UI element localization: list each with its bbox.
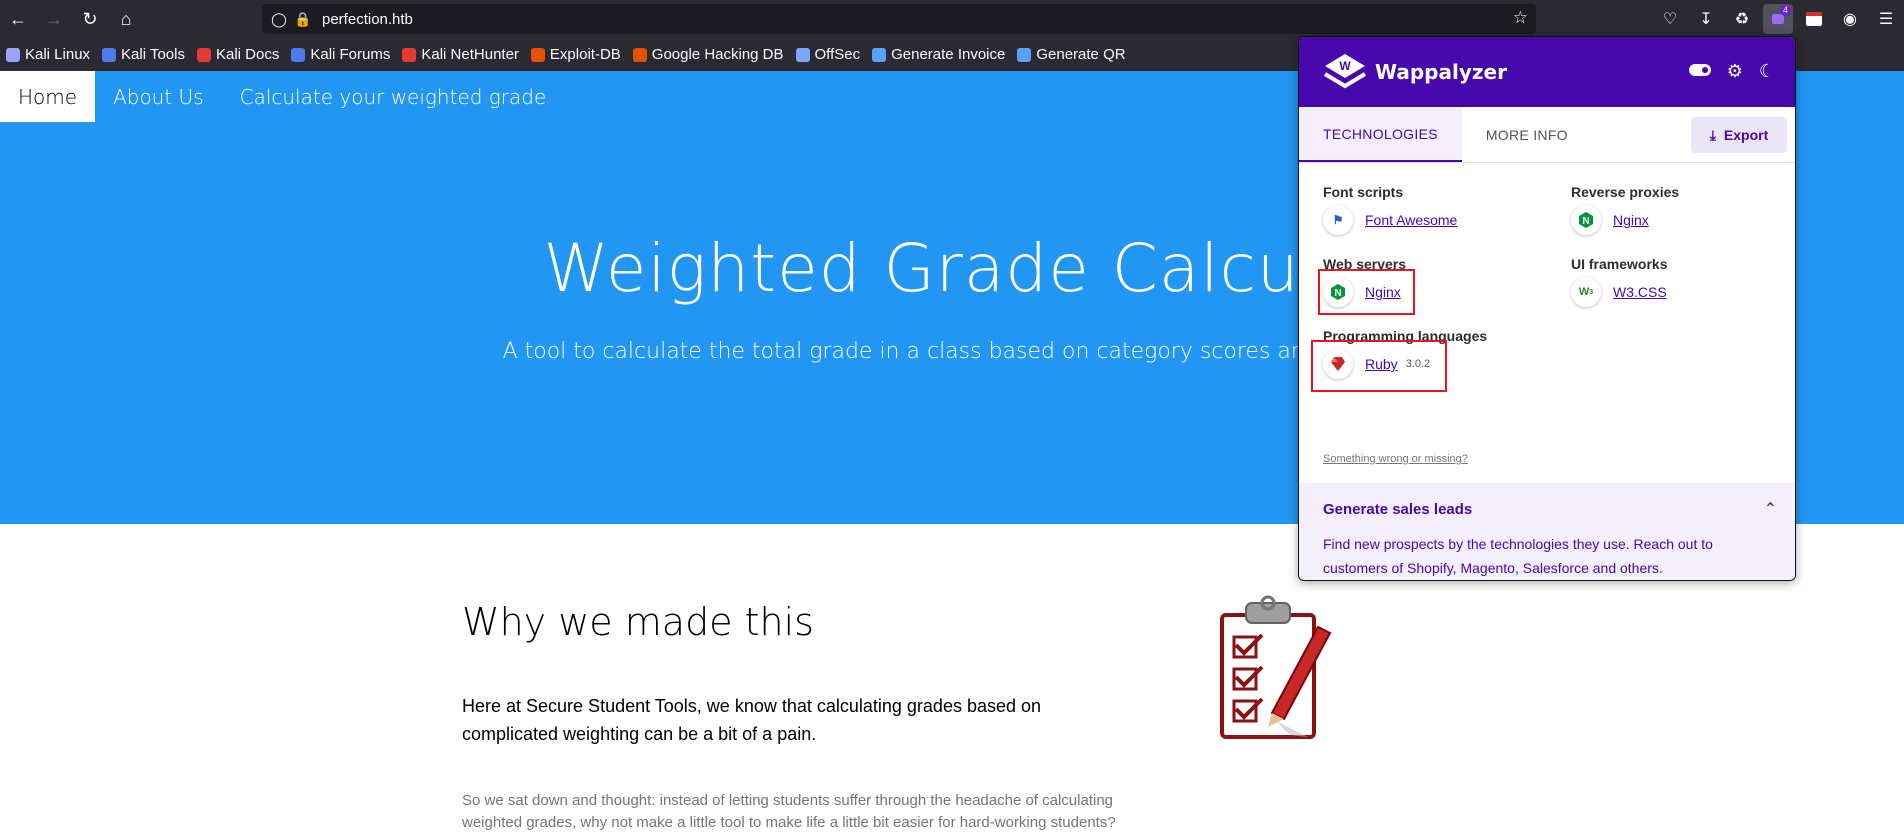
- reload-icon[interactable]: ↻: [72, 0, 108, 38]
- pocket-icon[interactable]: ♡: [1652, 0, 1688, 38]
- bookmark-favicon-icon: [872, 47, 887, 62]
- about-section: Why we made this Here at Secure Student …: [462, 600, 1122, 834]
- nginx-icon: N: [1571, 205, 1601, 235]
- extension-badge: 4: [1779, 5, 1791, 16]
- tech-w3css[interactable]: W3 W3.CSS: [1571, 277, 1667, 307]
- bookmark-favicon-icon: [6, 47, 20, 62]
- category-reverse-proxies: Reverse proxies: [1571, 184, 1680, 200]
- cookie-icon[interactable]: ◉: [1832, 0, 1868, 38]
- highlight-box-nginx: [1318, 269, 1415, 315]
- flag-extension-icon[interactable]: [1796, 0, 1832, 38]
- wappalyzer-tabs: TECHNOLOGIES MORE INFO ⤓ Export: [1299, 107, 1795, 163]
- bookmark-favicon-icon: [795, 47, 810, 62]
- svg-text:N: N: [1582, 216, 1589, 227]
- chevron-up-icon[interactable]: ⌃: [1764, 499, 1777, 519]
- menu-icon[interactable]: ☰: [1868, 0, 1904, 38]
- lock-icon[interactable]: 🔒: [292, 4, 314, 34]
- tech-nginx-proxy[interactable]: N Nginx: [1571, 205, 1649, 235]
- bookmark-label: Kali NetHunter: [421, 46, 519, 63]
- nav-about-us[interactable]: About Us: [95, 71, 222, 122]
- section-paragraph-2: So we sat down and thought: instead of l…: [462, 792, 1116, 831]
- bookmark-item[interactable]: Kali NetHunter: [402, 46, 519, 63]
- export-label: Export: [1723, 127, 1769, 143]
- bookmark-favicon-icon: [291, 47, 306, 62]
- tech-name[interactable]: Font Awesome: [1365, 212, 1457, 228]
- font-awesome-flag-icon: ⚑: [1323, 205, 1353, 235]
- wappalyzer-title: Wappalyzer: [1375, 60, 1507, 84]
- bookmark-label: Kali Docs: [215, 46, 280, 63]
- bookmark-favicon-icon: [196, 47, 211, 62]
- wappalyzer-extension-icon[interactable]: 4: [1763, 4, 1793, 34]
- bookmark-item[interactable]: Kali Linux: [6, 46, 90, 63]
- bookmark-favicon-icon: [402, 47, 417, 62]
- bookmark-favicon-icon: [530, 47, 545, 62]
- section-paragraph-1: Here at Secure Student Tools, we know th…: [462, 696, 1042, 744]
- downloads-icon[interactable]: ↧: [1688, 0, 1724, 38]
- forward-icon[interactable]: →: [36, 0, 72, 38]
- nav-home[interactable]: Home: [0, 71, 96, 122]
- download-icon: ⤓: [1709, 126, 1716, 143]
- settings-gear-icon[interactable]: ⚙: [1727, 61, 1743, 82]
- bookmark-item[interactable]: Kali Tools: [102, 46, 185, 63]
- wappalyzer-popup: W Wappalyzer ⚙ ☾ TECHNOLOGIES MORE INFO …: [1298, 36, 1796, 581]
- bookmark-label: Kali Tools: [121, 46, 185, 63]
- bookmark-item[interactable]: Kali Forums: [291, 46, 390, 63]
- svg-text:W: W: [1339, 59, 1351, 73]
- tab-more-info[interactable]: MORE INFO: [1462, 107, 1592, 162]
- bookmark-item[interactable]: Generate Invoice: [872, 46, 1005, 63]
- section-title: Why we made this: [462, 600, 814, 644]
- home-icon[interactable]: ⌂: [108, 0, 144, 38]
- export-button[interactable]: ⤓ Export: [1691, 117, 1787, 153]
- tech-font-awesome[interactable]: ⚑ Font Awesome: [1323, 205, 1457, 235]
- nav-calculate[interactable]: Calculate your weighted grade: [222, 71, 565, 122]
- url-bar[interactable]: ◯ 🔒 perfection.htb ☆: [262, 4, 1536, 34]
- bookmark-label: Google Hacking DB: [651, 46, 784, 63]
- bookmark-label: Exploit-DB: [549, 46, 621, 63]
- back-icon[interactable]: ←: [0, 0, 36, 38]
- bookmark-item[interactable]: Exploit-DB: [530, 46, 621, 63]
- technologies-list: Font scripts ⚑ Font Awesome Reverse prox…: [1299, 163, 1795, 483]
- bookmark-label: Generate Invoice: [891, 46, 1006, 63]
- toggle-icon[interactable]: [1688, 64, 1711, 76]
- tech-name[interactable]: Nginx: [1613, 212, 1649, 228]
- something-wrong-link[interactable]: Something wrong or missing?: [1323, 453, 1468, 465]
- category-font-scripts: Font scripts: [1323, 184, 1404, 200]
- bookmark-label: OffSec: [814, 46, 861, 63]
- bookmark-label: Kali Linux: [25, 46, 91, 63]
- dark-mode-moon-icon[interactable]: ☾: [1759, 61, 1775, 82]
- extensions-icon[interactable]: ♻: [1724, 0, 1760, 38]
- tech-name[interactable]: W3.CSS: [1613, 284, 1667, 300]
- leads-text: Find new prospects by the technologies t…: [1323, 536, 1713, 576]
- bookmark-item[interactable]: Google Hacking DB: [632, 46, 784, 63]
- bookmark-label: Kali Forums: [310, 46, 391, 63]
- highlight-box-ruby: [1311, 340, 1447, 392]
- bookmark-favicon-icon: [1017, 47, 1032, 62]
- shield-icon[interactable]: ◯: [268, 4, 290, 34]
- bookmark-item[interactable]: Generate QR: [1017, 46, 1126, 63]
- bookmark-favicon-icon: [632, 47, 647, 62]
- sales-leads-panel: Generate sales leads ⌃ Find new prospect…: [1299, 483, 1795, 580]
- tab-technologies[interactable]: TECHNOLOGIES: [1299, 107, 1462, 162]
- leads-title[interactable]: Generate sales leads: [1323, 501, 1773, 518]
- bookmark-favicon-icon: [102, 47, 117, 62]
- clipboard-pencil-image: [1220, 595, 1332, 739]
- w3css-icon: W3: [1571, 277, 1601, 307]
- wappalyzer-header: W Wappalyzer ⚙ ☾: [1299, 37, 1795, 107]
- bookmark-item[interactable]: Kali Docs: [196, 46, 280, 63]
- category-ui-frameworks: UI frameworks: [1571, 256, 1668, 272]
- url-text[interactable]: perfection.htb: [322, 11, 413, 28]
- bookmark-label: Generate QR: [1036, 46, 1126, 63]
- bookmark-star-icon[interactable]: ☆: [1513, 8, 1528, 28]
- wappalyzer-logo-icon: W: [1323, 52, 1367, 92]
- browser-toolbar: ← → ↻ ⌂ ◯ 🔒 perfection.htb ☆ ♡ ↧ ♻ 4 ◉ ☰: [0, 0, 1904, 38]
- bookmark-item[interactable]: OffSec: [795, 46, 861, 63]
